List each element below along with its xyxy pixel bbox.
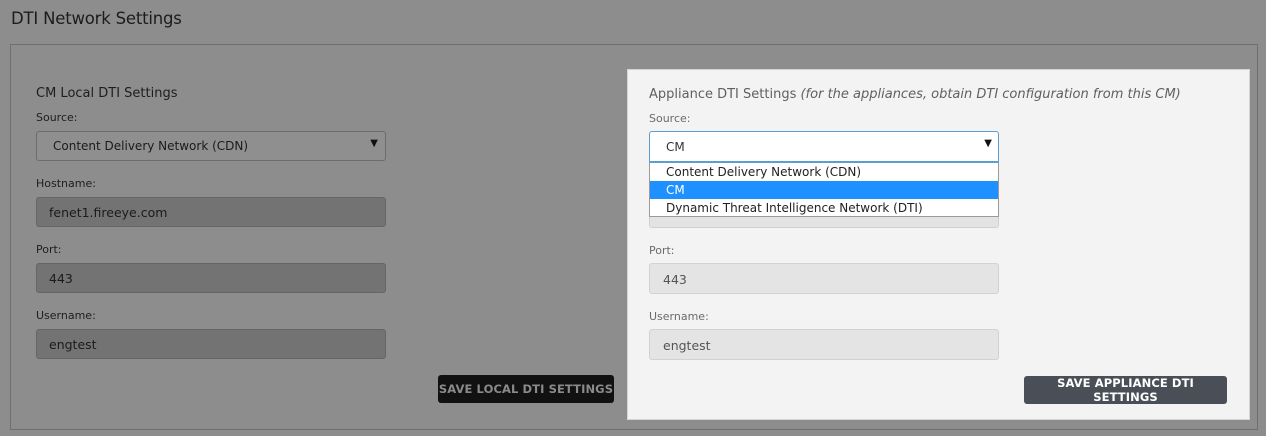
local-port-label: Port: [36, 243, 62, 256]
source-option-cm[interactable]: CM [650, 181, 998, 199]
local-hostname-value: fenet1.fireeye.com [49, 205, 168, 220]
appliance-port-value: 443 [663, 272, 687, 287]
local-port-value: 443 [49, 271, 73, 286]
save-local-dti-button[interactable]: SAVE LOCAL DTI SETTINGS [438, 375, 614, 403]
source-option-dti[interactable]: Dynamic Threat Intelligence Network (DTI… [650, 199, 998, 217]
local-username-value: engtest [49, 337, 97, 352]
local-username-input[interactable]: engtest [36, 329, 386, 359]
source-dropdown-list: Content Delivery Network (CDN) CM Dynami… [649, 162, 999, 217]
local-section-title: CM Local DTI Settings [36, 86, 178, 101]
caret-down-icon: ▼ [984, 138, 992, 149]
local-hostname-input[interactable]: fenet1.fireeye.com [36, 197, 386, 227]
appliance-source-select[interactable]: CM ▼ [649, 131, 999, 162]
local-source-value: Content Delivery Network (CDN) [53, 139, 249, 153]
local-source-select[interactable]: Content Delivery Network (CDN) ▼ [36, 131, 386, 161]
appliance-source-label: Source: [649, 112, 691, 125]
save-appliance-dti-button[interactable]: SAVE APPLIANCE DTI SETTINGS [1024, 376, 1227, 404]
appliance-title-note: (for the appliances, obtain DTI configur… [800, 87, 1181, 102]
appliance-username-input[interactable]: engtest [649, 329, 999, 360]
local-source-label: Source: [36, 111, 78, 124]
appliance-port-label: Port: [649, 244, 675, 257]
local-hostname-label: Hostname: [36, 177, 96, 190]
appliance-username-value: engtest [663, 338, 711, 353]
appliance-settings-card [627, 69, 1250, 420]
local-port-input[interactable]: 443 [36, 263, 386, 293]
appliance-title-text: Appliance DTI Settings [649, 87, 797, 102]
local-username-label: Username: [36, 309, 96, 322]
appliance-port-input[interactable]: 443 [649, 263, 999, 294]
appliance-hostname-input[interactable] [649, 217, 999, 228]
caret-down-icon: ▼ [370, 138, 378, 149]
appliance-username-label: Username: [649, 310, 709, 323]
page-title: DTI Network Settings [11, 9, 182, 28]
appliance-source-value: CM [666, 140, 685, 154]
source-option-cdn[interactable]: Content Delivery Network (CDN) [650, 163, 998, 181]
appliance-section-title: Appliance DTI Settings (for the applianc… [649, 87, 1181, 102]
